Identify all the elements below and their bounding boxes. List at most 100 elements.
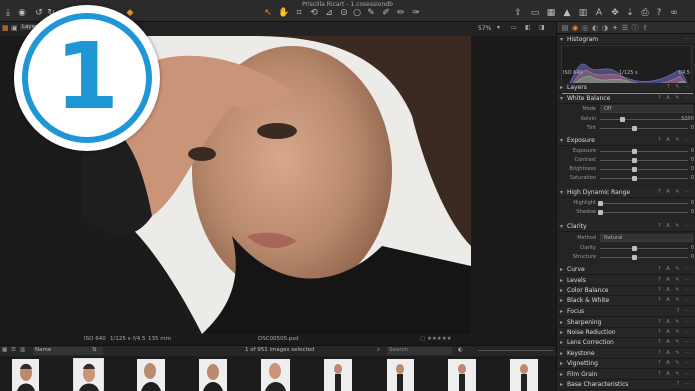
brightness-slider-handle[interactable] [632,167,637,172]
keystone-tool-icon[interactable]: ⊿ [323,8,335,18]
output-tab-icon[interactable]: ⇪ [641,24,649,32]
tool-options-icon[interactable]: ? A ✎ ⋯ [658,371,692,377]
tint-value[interactable]: 0 [691,125,694,131]
clarity-slider[interactable] [600,248,688,249]
help-icon[interactable]: ? [653,8,665,18]
histogram-header[interactable]: ▾ Histogram ⋯ [557,35,695,45]
saturation-slider[interactable] [600,178,688,179]
tool-film-grain-header[interactable]: ▸ Film Grain ? A ✎ ⋯ [557,370,695,380]
pointer-tool-icon[interactable]: ↖ [262,8,274,18]
text-icon[interactable]: A [593,8,605,18]
tool-sharpening-header[interactable]: ▸ Sharpening ? A ✎ ⋯ [557,318,695,328]
contrast-slider[interactable] [600,160,688,161]
grid-view-icon[interactable]: ▦ [545,8,557,18]
rotate-tool-icon[interactable]: ⟲ [308,8,320,18]
saturation-value[interactable]: 0 [691,175,694,181]
color-tab-icon[interactable]: ◐ [591,24,599,32]
structure-slider-handle[interactable] [632,255,637,260]
clarity-method-select[interactable]: Natural [600,234,693,242]
warning-icon[interactable]: ▲ [561,8,573,18]
glasses-icon[interactable]: ∞ [668,8,680,18]
circle-tool-icon[interactable]: ○ [351,8,363,18]
thumbnail[interactable] [12,359,39,391]
kelvin-slider-handle[interactable] [620,117,625,122]
tool-black-white-header[interactable]: ▸ Black & White ? A ✎ ⋯ [557,296,695,306]
exposure-tab-icon[interactable]: ◑ [601,24,609,32]
lens-tab-icon[interactable]: ◎ [581,24,589,32]
highlight-value[interactable]: 0 [691,200,694,206]
metadata-tab-icon[interactable]: ⓘ [631,24,639,32]
filmstrip-icon[interactable]: ▥ [20,347,25,353]
tool-options-icon[interactable]: ? A ✎ ⋯ [658,277,692,283]
clarity-value[interactable]: 0 [691,245,694,251]
apply-adjust-icon[interactable]: ⇣ [624,8,636,18]
saturation-slider-handle[interactable] [632,176,637,181]
thumbnail[interactable] [448,359,476,391]
highlight-slider[interactable] [600,203,688,204]
tool-options-icon[interactable]: ? A ✎ ⋯ [658,287,692,293]
tool-base-characteristics-header[interactable]: ▸ Base Characteristics ? ⋯ [557,380,695,390]
tool-options-icon[interactable]: ? ✎ ⋯ [667,84,692,90]
structure-slider[interactable] [600,257,688,258]
tool-options-icon[interactable]: ? A ✎ ⋯ [658,266,692,272]
export-icon[interactable]: ⇪ [512,8,524,18]
erase-tool-icon[interactable]: ✐ [380,8,392,18]
kelvin-value[interactable]: 5000 [681,116,694,122]
zoom-chevron-icon[interactable]: ▾ [497,24,500,31]
clarity-header[interactable]: ▾ Clarity ? A ✎ ⋯ [557,222,695,232]
contrast-slider-handle[interactable] [632,158,637,163]
sort-chevron-icon[interactable]: ⇅ [92,347,97,353]
thumbnail[interactable] [137,359,165,391]
tint-slider[interactable] [600,128,688,129]
tool-focus-header[interactable]: ▸ Focus ? ⋯ [557,307,695,317]
wb-mode-select[interactable]: Off [600,105,693,113]
kelvin-slider[interactable] [600,119,688,120]
clarity-slider-handle[interactable] [632,246,637,251]
tool-options-icon[interactable]: ? A ✎ ⋯ [658,297,692,303]
tool-options-icon[interactable]: ? A ✎ ⋯ [658,360,692,366]
tool-options-icon[interactable]: ? A ✎ ⋯ [658,189,692,195]
tool-vignetting-header[interactable]: ▸ Vignetting ? A ✎ ⋯ [557,359,695,369]
list-view-icon[interactable]: ☰ [11,347,16,353]
tool-options-icon[interactable]: ? A ✎ ⋯ [658,223,692,229]
tool-levels-header[interactable]: ▸ Levels ? A ✎ ⋯ [557,276,695,286]
tool-options-icon[interactable]: ? A ✎ ⋯ [658,350,692,356]
white-balance-header[interactable]: ▾ White Balance ? A ✎ ⋯ [557,94,695,104]
viewer-icon[interactable]: ▭ [529,8,541,18]
zoom-level[interactable]: 57% [478,25,491,32]
thumbnail[interactable] [510,359,538,391]
star-rating[interactable]: ▢ ★★★★★ [420,336,452,342]
thumbnail[interactable] [199,359,227,391]
exposure-header[interactable]: ▾ Exposure ? A ✎ ⋯ [557,136,695,146]
tool-noise-reduction-header[interactable]: ▸ Noise Reduction ? A ✎ ⋯ [557,328,695,338]
adjustments-tab-icon[interactable]: ☰ [621,24,629,32]
tool-options-icon[interactable]: ⋯ [685,36,692,42]
grid-icon[interactable]: ▦ [2,24,9,32]
thumbnail[interactable] [324,359,352,391]
proof-icon[interactable]: ▭ [511,24,517,31]
exposure-slider[interactable] [600,151,688,152]
tool-options-icon[interactable]: ? A ✎ ⋯ [658,329,692,335]
tool-options-icon[interactable]: ? ⋯ [677,308,692,314]
thumbnail-selected[interactable] [73,358,104,391]
crop-tool-icon[interactable]: ⌗ [293,8,305,18]
details-tab-icon[interactable]: ✦ [611,24,619,32]
layers-header[interactable]: ▸ Layers ? ✎ ⋯ [557,83,695,93]
tool-lens-correction-header[interactable]: ▸ Lens Correction ? A ✎ ⋯ [557,338,695,348]
search-input[interactable]: Search [387,347,452,355]
gradient-tool-icon[interactable]: ✏ [395,8,407,18]
capture-tab-icon[interactable]: ◉ [571,24,579,32]
tool-options-icon[interactable]: ? ⋯ [677,381,692,387]
compare-icon[interactable]: ▥ [577,8,589,18]
spot-tool-icon[interactable]: ⊙ [338,8,350,18]
search-icon[interactable]: ⌕ [377,347,380,354]
structure-value[interactable]: 0 [691,254,694,260]
thumbnail[interactable] [387,359,414,391]
tint-slider-handle[interactable] [632,126,637,131]
brightness-slider[interactable] [600,169,688,170]
tool-options-icon[interactable]: ? A ✎ ⋯ [658,95,692,101]
shadow-slider[interactable] [600,212,688,213]
import-icon[interactable]: ⤓ [2,8,14,18]
tool-options-icon[interactable]: ? A ✎ ⋯ [658,319,692,325]
tool-keystone-header[interactable]: ▸ Keystone ? A ✎ ⋯ [557,349,695,359]
